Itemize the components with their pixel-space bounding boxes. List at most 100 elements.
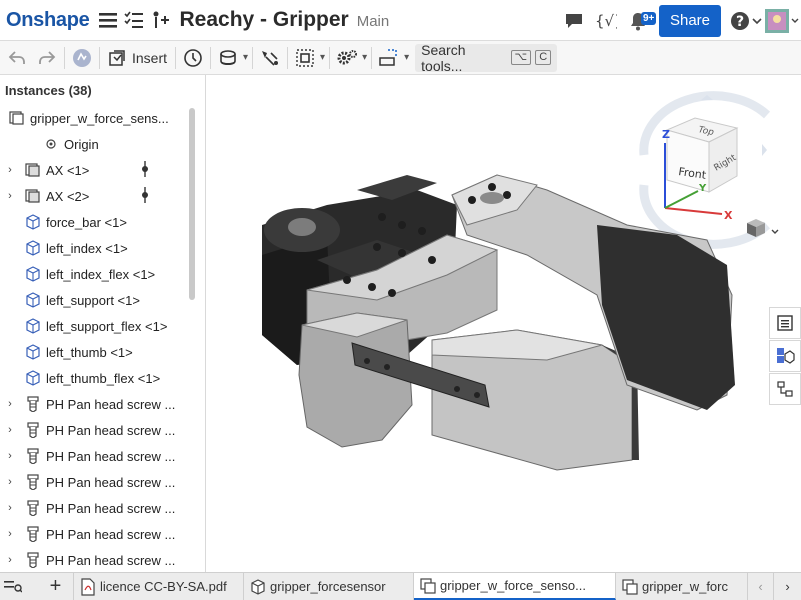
toolbar-divider <box>329 46 331 69</box>
tab-label: gripper_w_force_senso... <box>440 578 586 593</box>
instance-row[interactable]: › PH Pan head screw ... <box>0 391 190 417</box>
instance-row[interactable]: left_support <1> <box>0 287 190 313</box>
assembly-icon <box>420 577 436 594</box>
graphics-viewport[interactable]: Top Front Right Z X Y <box>207 75 801 572</box>
notifications-bell-icon[interactable]: 9+ <box>625 8 657 34</box>
instance-row[interactable]: Origin <box>0 131 190 157</box>
origin-icon <box>42 135 60 153</box>
instance-row[interactable]: left_index <1> <box>0 235 190 261</box>
variables-icon[interactable]: {√} <box>593 8 619 34</box>
add-tab-icon[interactable]: + <box>38 573 74 600</box>
feature-list-icon[interactable] <box>121 7 147 33</box>
tab-gripper-w-force-sensor-active[interactable]: gripper_w_force_senso... <box>414 573 616 600</box>
appearances-panel-button[interactable] <box>769 340 801 372</box>
display-states-icon[interactable] <box>69 45 95 71</box>
measure-tool-icon[interactable] <box>376 45 402 71</box>
insert-part-icon[interactable] <box>147 7 173 33</box>
expand-chevron-icon[interactable]: › <box>4 450 16 462</box>
instance-row[interactable]: left_support_flex <1> <box>0 313 190 339</box>
tab-licence-pdf[interactable]: licence CC-BY-SA.pdf <box>74 573 244 600</box>
instance-label: PH Pan head screw ... <box>46 500 176 516</box>
user-avatar-icon[interactable] <box>763 8 801 34</box>
instance-row[interactable]: left_thumb_flex <1> <box>0 365 190 391</box>
instance-row[interactable]: left_thumb <1> <box>0 339 190 365</box>
selection-box-icon[interactable] <box>292 45 318 71</box>
instance-label: left_support <1> <box>46 292 140 308</box>
document-title: Reachy - Gripper <box>179 8 349 31</box>
expand-chevron-icon[interactable]: › <box>4 554 16 566</box>
hamburger-menu-icon[interactable] <box>95 7 121 33</box>
screw-icon <box>24 421 42 439</box>
view-cube[interactable]: Top Front Right Z X Y <box>639 91 771 249</box>
chevron-down-icon[interactable]: ▾ <box>243 52 248 63</box>
instances-panel: Instances (38) gripper_w_force_sens... Or… <box>0 75 206 572</box>
gripper-body[interactable] <box>262 174 735 471</box>
instance-label: left_thumb <1> <box>46 344 133 360</box>
instance-row[interactable]: › AX <2> <box>0 183 190 209</box>
expand-chevron-icon[interactable]: › <box>4 424 16 436</box>
screw-icon <box>24 395 42 413</box>
appearance-cube-icon <box>777 348 795 364</box>
redo-icon[interactable] <box>34 45 60 71</box>
instance-row[interactable]: force_bar <1> <box>0 209 190 235</box>
mate-indicator-icon <box>141 160 149 180</box>
instance-row[interactable]: › PH Pan head screw ... <box>0 547 190 572</box>
bom-panel-button[interactable] <box>769 373 801 405</box>
toolbar-divider <box>287 46 289 69</box>
search-tools-input[interactable]: Search tools... ⌥ C <box>415 42 558 74</box>
onshape-logo[interactable]: Onshape <box>6 9 90 32</box>
expand-chevron-icon[interactable]: › <box>4 398 16 410</box>
subassembly-icon <box>24 161 42 179</box>
chevron-down-icon[interactable]: ▾ <box>404 52 409 63</box>
shortcut-option-key: ⌥ <box>510 50 532 65</box>
comments-icon[interactable] <box>561 8 587 34</box>
expand-chevron-icon[interactable]: › <box>4 190 16 202</box>
instance-label: PH Pan head screw ... <box>46 474 176 490</box>
instance-row[interactable]: left_index_flex <1> <box>0 261 190 287</box>
instance-row[interactable]: › PH Pan head screw ... <box>0 417 190 443</box>
instance-row[interactable]: › PH Pan head screw ... <box>0 443 190 469</box>
instance-label: PH Pan head screw ... <box>46 526 176 542</box>
insert-button[interactable]: Insert <box>104 49 171 67</box>
expand-chevron-icon[interactable]: › <box>4 528 16 540</box>
tab-scroll-right-icon[interactable]: › <box>774 573 801 600</box>
instance-label: left_index_flex <1> <box>46 266 156 282</box>
share-button[interactable]: Share <box>659 4 721 37</box>
tab-scroll-left-icon[interactable]: ‹ <box>748 573 774 600</box>
instance-row[interactable]: › PH Pan head screw ... <box>0 521 190 547</box>
expand-chevron-icon[interactable]: › <box>4 164 16 176</box>
toolbar-divider <box>64 46 65 69</box>
axis-y-label: Y <box>698 183 707 194</box>
instance-row[interactable]: › PH Pan head screw ... <box>0 495 190 521</box>
part-icon <box>24 291 42 309</box>
instance-row[interactable]: › PH Pan head screw ... <box>0 469 190 495</box>
snapshot-clock-icon[interactable] <box>180 45 206 71</box>
instances-scrollbar[interactable] <box>189 108 195 300</box>
toolbar-divider <box>175 46 177 69</box>
gripper-3d-model[interactable]: Top Front Right Z X Y <box>207 75 801 572</box>
chevron-down-icon[interactable]: ▾ <box>362 52 367 63</box>
mate-connector-icon[interactable] <box>215 45 241 71</box>
tab-gripper-w-force-2[interactable]: gripper_w_forc <box>616 573 748 600</box>
toolbar-divider <box>252 46 254 69</box>
tab-gripper-forcesensor[interactable]: gripper_forcesensor <box>244 573 414 600</box>
gears-icon[interactable] <box>334 45 360 71</box>
tab-list-menu-icon[interactable] <box>0 573 38 600</box>
part-icon <box>24 239 42 257</box>
instance-row[interactable]: › AX <1> <box>0 157 190 183</box>
branch-name[interactable]: Main <box>357 13 390 30</box>
expand-chevron-icon[interactable]: › <box>4 476 16 488</box>
expand-chevron-icon[interactable]: › <box>4 502 16 514</box>
tab-label: gripper_forcesensor <box>270 579 386 594</box>
chevron-down-icon[interactable]: ▾ <box>320 52 325 63</box>
undo-icon[interactable] <box>4 45 30 71</box>
help-menu-icon[interactable]: ? <box>729 8 763 34</box>
feature-toolbar: Insert ▾ ▾ ▾ ▾ Search tools... ⌥ C <box>0 41 801 75</box>
instance-row[interactable]: gripper_w_force_sens... <box>0 105 190 131</box>
instance-label: AX <2> <box>46 188 90 204</box>
toolbar-divider <box>371 46 373 69</box>
part-icon <box>24 369 42 387</box>
explode-view-icon[interactable] <box>257 45 283 71</box>
subassembly-icon <box>24 187 42 205</box>
properties-panel-button[interactable] <box>769 307 801 339</box>
